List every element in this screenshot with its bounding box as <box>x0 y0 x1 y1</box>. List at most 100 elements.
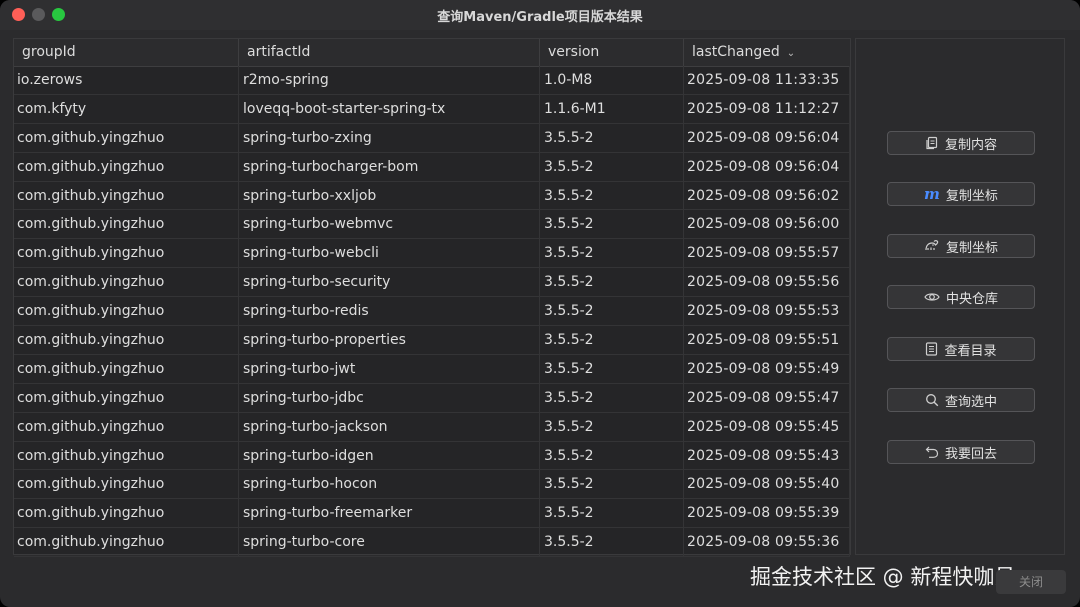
cell-artifactid: spring-turbo-redis <box>239 297 540 326</box>
table-row[interactable]: com.github.yingzhuo spring-turbocharger-b… <box>14 152 850 182</box>
cell-version: 3.5.5-2 <box>540 528 684 557</box>
cell-artifactid: spring-turbo-jdbc <box>239 383 540 412</box>
table-row[interactable]: com.github.yingzhuo spring-turbo-jdbc 3.5.… <box>14 383 850 413</box>
cell-artifactid: spring-turbo-webmvc <box>239 210 540 239</box>
action-panel: 复制内容 m 复制坐标 复制坐标 中央仓库 查看目录 查询选中 我要回去 <box>855 38 1065 555</box>
cell-lastchanged: 2025-09-08 09:55:39 <box>684 499 850 528</box>
cell-lastchanged: 2025-09-08 09:55:51 <box>684 326 850 355</box>
cell-groupid: com.github.yingzhuo <box>14 152 239 181</box>
close-button[interactable]: 关闭 <box>996 570 1066 594</box>
button-label: 中央仓库 <box>945 291 998 307</box>
cell-lastchanged: 2025-09-08 09:55:57 <box>684 239 850 268</box>
view-directory-button[interactable]: 查看目录 <box>887 337 1035 361</box>
cell-groupid: com.github.yingzhuo <box>14 181 239 210</box>
table-header: groupId artifactId version lastChanged ⌄ <box>14 39 850 67</box>
document-icon <box>925 342 938 356</box>
cell-version: 3.5.5-2 <box>540 297 684 326</box>
window-title: 查询Maven/Gradle项目版本结果 <box>437 10 643 25</box>
column-header-label: lastChanged <box>692 44 780 60</box>
table-row[interactable]: com.github.yingzhuo spring-turbo-properti… <box>14 326 850 355</box>
cell-groupid: com.github.yingzhuo <box>14 123 239 152</box>
eye-icon <box>924 291 940 303</box>
cell-version: 1.1.6-M1 <box>540 94 684 123</box>
table-row[interactable]: com.github.yingzhuo spring-turbo-hocon 3.5… <box>14 470 850 500</box>
cell-groupid: com.github.yingzhuo <box>14 354 239 383</box>
cell-artifactid: spring-turbo-webcli <box>239 239 540 268</box>
cell-version: 3.5.5-2 <box>540 123 684 152</box>
table-row[interactable]: io.zerows r2mo-spring 1.0-M8 2025-09-08 11:… <box>14 66 850 95</box>
table-row[interactable]: com.github.yingzhuo spring-turbo-webmvc 3.… <box>14 210 850 240</box>
central-repository-button[interactable]: 中央仓库 <box>887 285 1035 309</box>
button-label: 我要回去 <box>944 446 997 462</box>
table-row[interactable]: com.github.yingzhuo spring-turbo-core 3.5.… <box>14 528 850 558</box>
table-row[interactable]: com.github.yingzhuo spring-turbo-zxing 3.5… <box>14 123 850 153</box>
copy-maven-coordinate-button[interactable]: m 复制坐标 <box>887 182 1035 206</box>
cell-groupid: com.github.yingzhuo <box>14 528 239 557</box>
chevron-down-icon: ⌄ <box>786 48 796 59</box>
table-row[interactable]: com.github.yingzhuo spring-turbo-redis 3.5… <box>14 297 850 327</box>
cell-lastchanged: 2025-09-08 09:56:00 <box>684 210 850 239</box>
button-label: 查询选中 <box>944 394 997 410</box>
copy-icon <box>925 136 939 150</box>
table-row[interactable]: com.github.yingzhuo spring-turbo-jackson 3… <box>14 412 850 442</box>
cell-version: 3.5.5-2 <box>540 499 684 528</box>
cell-lastchanged: 2025-09-08 09:55:45 <box>684 412 850 441</box>
column-header-artifactid[interactable]: artifactId <box>239 39 540 66</box>
go-back-button[interactable]: 我要回去 <box>887 440 1035 464</box>
app-window: 查询Maven/Gradle项目版本结果 groupId artifactId … <box>0 0 1080 607</box>
cell-lastchanged: 2025-09-08 09:56:04 <box>684 152 850 181</box>
title-bar: 查询Maven/Gradle项目版本结果 <box>0 0 1080 30</box>
table-row[interactable]: com.github.yingzhuo spring-turbo-webcli 3.… <box>14 239 850 269</box>
cell-version: 3.5.5-2 <box>540 152 684 181</box>
cell-lastchanged: 2025-09-08 09:55:47 <box>684 383 850 412</box>
table-row[interactable]: com.github.yingzhuo spring-turbo-idgen 3.5… <box>14 441 850 471</box>
cell-version: 3.5.5-2 <box>540 441 684 470</box>
cell-lastchanged: 2025-09-08 09:56:04 <box>684 123 850 152</box>
cell-lastchanged: 2025-09-08 09:55:56 <box>684 268 850 297</box>
query-selected-button[interactable]: 查询选中 <box>887 388 1035 412</box>
column-header-lastchanged[interactable]: lastChanged ⌄ <box>684 39 850 66</box>
cell-artifactid: spring-turbo-core <box>239 528 540 557</box>
cell-version: 3.5.5-2 <box>540 181 684 210</box>
copy-gradle-coordinate-button[interactable]: 复制坐标 <box>887 234 1035 258</box>
table-row[interactable]: com.kfyty loveqq-boot-starter-spring-tx 1.… <box>14 94 850 124</box>
cell-lastchanged: 2025-09-08 09:55:36 <box>684 528 850 557</box>
cell-lastchanged: 2025-09-08 09:55:49 <box>684 354 850 383</box>
cell-artifactid: spring-turbo-security <box>239 268 540 297</box>
cell-artifactid: spring-turbo-xxljob <box>239 181 540 210</box>
table-row[interactable]: com.github.yingzhuo spring-turbo-freemark… <box>14 499 850 529</box>
cell-groupid: com.github.yingzhuo <box>14 210 239 239</box>
cell-artifactid: spring-turbo-jackson <box>239 412 540 441</box>
cell-groupid: com.github.yingzhuo <box>14 470 239 499</box>
copy-content-button[interactable]: 复制内容 <box>887 131 1035 155</box>
cell-artifactid: spring-turbo-jwt <box>239 354 540 383</box>
cell-lastchanged: 2025-09-08 09:55:53 <box>684 297 850 326</box>
cell-lastchanged: 2025-09-08 09:55:43 <box>684 441 850 470</box>
cell-groupid: com.github.yingzhuo <box>14 499 239 528</box>
back-arrow-icon <box>925 445 939 459</box>
column-header-groupid[interactable]: groupId <box>14 39 239 66</box>
cell-lastchanged: 2025-09-08 09:55:40 <box>684 470 850 499</box>
cell-lastchanged: 2025-09-08 09:56:02 <box>684 181 850 210</box>
cell-artifactid: spring-turbo-hocon <box>239 470 540 499</box>
cell-artifactid: spring-turbo-idgen <box>239 441 540 470</box>
button-label: 复制坐标 <box>945 188 998 204</box>
maven-icon: m <box>924 184 940 203</box>
cell-groupid: com.github.yingzhuo <box>14 239 239 268</box>
cell-groupid: com.github.yingzhuo <box>14 326 239 355</box>
cell-artifactid: spring-turbocharger-bom <box>239 152 540 181</box>
table-row[interactable]: com.github.yingzhuo spring-turbo-jwt 3.5.5… <box>14 354 850 384</box>
table-row[interactable]: com.github.yingzhuo spring-turbo-xxljob 3.… <box>14 181 850 211</box>
table-row[interactable]: com.github.yingzhuo spring-turbo-security… <box>14 268 850 298</box>
column-header-label: groupId <box>22 44 76 60</box>
cell-groupid: com.github.yingzhuo <box>14 297 239 326</box>
cell-artifactid: spring-turbo-properties <box>239 326 540 355</box>
cell-artifactid: loveqq-boot-starter-spring-tx <box>239 94 540 123</box>
cell-version: 3.5.5-2 <box>540 470 684 499</box>
cell-groupid: com.github.yingzhuo <box>14 412 239 441</box>
cell-version: 3.5.5-2 <box>540 354 684 383</box>
cell-groupid: com.github.yingzhuo <box>14 268 239 297</box>
column-header-version[interactable]: version <box>540 39 684 66</box>
table-body: io.zerows r2mo-spring 1.0-M8 2025-09-08 11:… <box>14 66 850 558</box>
cell-version: 3.5.5-2 <box>540 268 684 297</box>
